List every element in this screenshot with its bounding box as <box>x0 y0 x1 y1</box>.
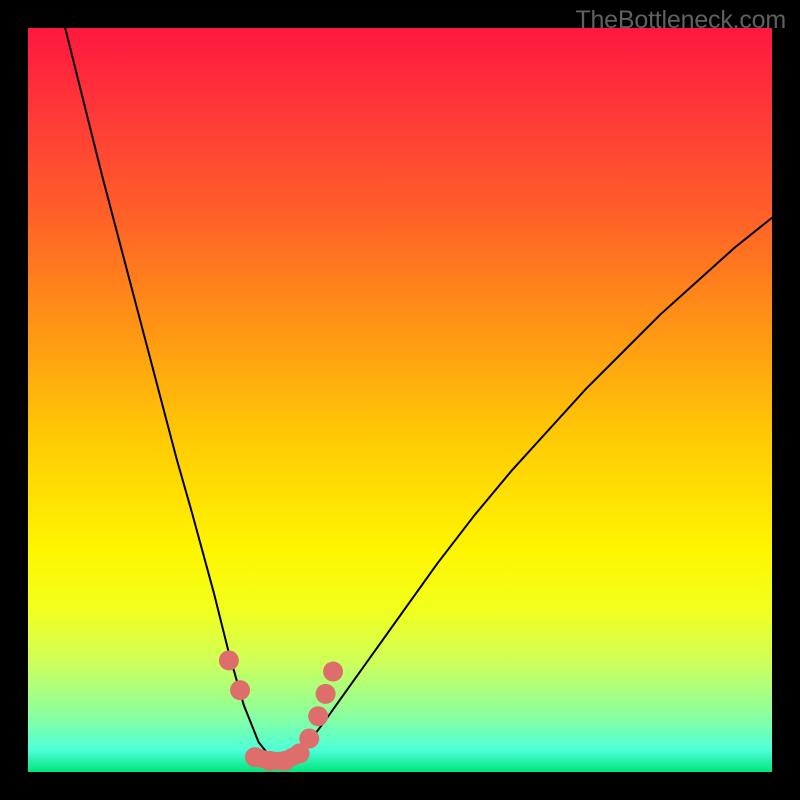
marker-bead <box>299 729 319 749</box>
bottleneck-chart <box>0 0 800 800</box>
chart-container: TheBottleneck.com <box>0 0 800 800</box>
watermark-text: TheBottleneck.com <box>575 6 786 35</box>
marker-bead <box>316 684 336 704</box>
chart-plot-area <box>28 28 772 772</box>
marker-bead <box>323 662 343 682</box>
marker-bead <box>308 706 328 726</box>
marker-bead <box>230 680 250 700</box>
marker-bead <box>219 650 239 670</box>
